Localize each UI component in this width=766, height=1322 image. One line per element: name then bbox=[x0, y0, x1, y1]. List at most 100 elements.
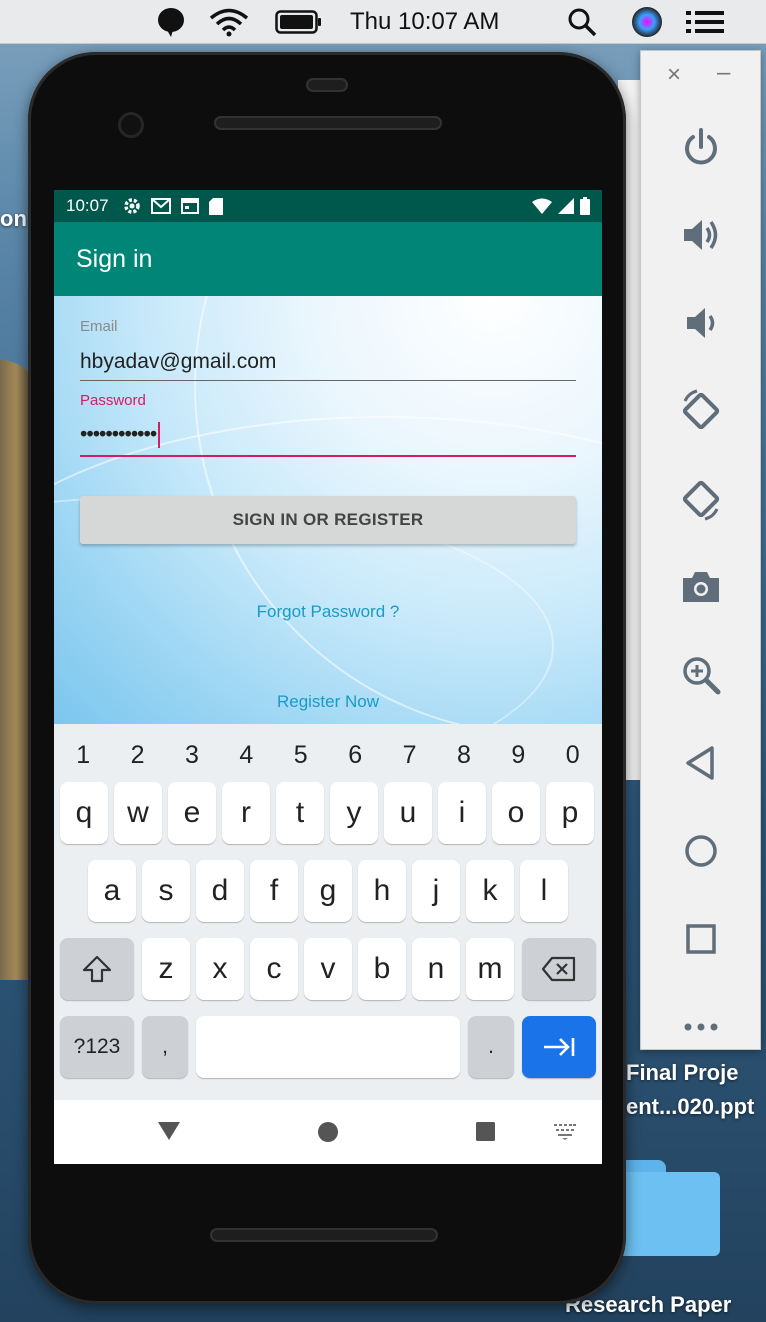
key-z[interactable]: z bbox=[142, 938, 190, 1000]
email-underline bbox=[80, 380, 576, 381]
key-4[interactable]: 4 bbox=[221, 732, 271, 778]
key-b[interactable]: b bbox=[358, 938, 406, 1000]
desktop-icon-label-fragment: on bbox=[0, 206, 27, 231]
comma-key[interactable]: , bbox=[142, 1016, 188, 1078]
key-d[interactable]: d bbox=[196, 860, 244, 922]
key-a[interactable]: a bbox=[88, 860, 136, 922]
back-icon bbox=[686, 746, 714, 780]
key-8[interactable]: 8 bbox=[439, 732, 489, 778]
keyboard-switch-icon[interactable] bbox=[554, 1124, 576, 1140]
power-button[interactable] bbox=[671, 117, 731, 177]
key-i[interactable]: i bbox=[438, 782, 486, 844]
app-bar: Sign in bbox=[54, 222, 602, 296]
overview-button[interactable] bbox=[671, 909, 731, 969]
key-r[interactable]: r bbox=[222, 782, 270, 844]
key-g[interactable]: g bbox=[304, 860, 352, 922]
rotate-right-button[interactable] bbox=[671, 469, 731, 529]
desktop-file-label-line1[interactable]: Final Proje bbox=[626, 1060, 738, 1086]
key-k[interactable]: k bbox=[466, 860, 514, 922]
battery-icon bbox=[580, 197, 590, 215]
back-triangle-icon[interactable] bbox=[158, 1122, 180, 1140]
key-6[interactable]: 6 bbox=[330, 732, 380, 778]
back-button[interactable] bbox=[671, 733, 731, 793]
sd-card-icon bbox=[208, 197, 223, 215]
register-now-link[interactable]: Register Now bbox=[54, 692, 602, 712]
rotate-right-icon bbox=[682, 480, 720, 521]
key-0[interactable]: 0 bbox=[548, 732, 598, 778]
key-v[interactable]: v bbox=[304, 938, 352, 1000]
period-key[interactable]: . bbox=[468, 1016, 514, 1078]
space-bar[interactable] bbox=[196, 1016, 460, 1078]
more-button[interactable] bbox=[671, 997, 731, 1057]
password-underline bbox=[80, 455, 576, 457]
close-icon[interactable]: × bbox=[667, 61, 681, 89]
rotate-left-icon bbox=[682, 389, 720, 430]
forgot-password-link[interactable]: Forgot Password ? bbox=[54, 602, 602, 622]
key-m[interactable]: m bbox=[466, 938, 514, 1000]
gmail-icon bbox=[150, 198, 171, 214]
key-j[interactable]: j bbox=[412, 860, 460, 922]
minimize-icon[interactable]: – bbox=[717, 59, 730, 87]
key-f[interactable]: f bbox=[250, 860, 298, 922]
control-center-icon[interactable] bbox=[684, 0, 726, 44]
shift-icon bbox=[82, 955, 112, 983]
password-field[interactable]: •••••••••••• bbox=[80, 422, 576, 448]
zoom-button[interactable] bbox=[671, 645, 731, 705]
key-t[interactable]: t bbox=[276, 782, 324, 844]
menu-bar-clock[interactable]: Thu 10:07 AM bbox=[350, 0, 499, 44]
search-icon[interactable] bbox=[566, 0, 598, 44]
symbols-key[interactable]: ?123 bbox=[60, 1016, 134, 1078]
wifi-icon bbox=[532, 198, 552, 214]
volume-up-button[interactable] bbox=[671, 205, 731, 265]
status-time: 10:07 bbox=[66, 196, 109, 215]
chat-bubble-icon[interactable] bbox=[156, 0, 186, 44]
android-nav-bar bbox=[54, 1100, 602, 1164]
key-3[interactable]: 3 bbox=[167, 732, 217, 778]
key-y[interactable]: y bbox=[330, 782, 378, 844]
wifi-icon[interactable] bbox=[206, 0, 252, 44]
key-q[interactable]: q bbox=[60, 782, 108, 844]
key-s[interactable]: s bbox=[142, 860, 190, 922]
key-h[interactable]: h bbox=[358, 860, 406, 922]
battery-icon[interactable] bbox=[274, 0, 324, 44]
home-button[interactable] bbox=[671, 821, 731, 881]
key-p[interactable]: p bbox=[546, 782, 594, 844]
siri-icon[interactable] bbox=[630, 0, 664, 44]
zoom-icon bbox=[683, 657, 721, 695]
phone-screen: 10:07 Sign in Email hbyadav@gmail.com Pa… bbox=[54, 190, 602, 1164]
soft-keyboard: 1 2 3 4 5 6 7 8 9 0 q w e r t y u i o p … bbox=[54, 724, 602, 1100]
backspace-key[interactable] bbox=[522, 938, 596, 1000]
overview-icon bbox=[686, 924, 716, 954]
home-circle-icon[interactable] bbox=[318, 1122, 338, 1142]
more-icon bbox=[684, 1023, 718, 1031]
email-field[interactable]: hbyadav@gmail.com bbox=[80, 350, 576, 374]
emulator-control-panel: × – bbox=[640, 50, 761, 1050]
volume-down-button[interactable] bbox=[671, 293, 731, 353]
rotate-left-button[interactable] bbox=[671, 381, 731, 441]
key-2[interactable]: 2 bbox=[113, 732, 163, 778]
password-value: •••••••••••• bbox=[80, 422, 157, 446]
email-label: Email bbox=[80, 318, 118, 335]
volume-down-icon bbox=[687, 308, 715, 338]
key-o[interactable]: o bbox=[492, 782, 540, 844]
key-l[interactable]: l bbox=[520, 860, 568, 922]
screenshot-button[interactable] bbox=[671, 557, 731, 617]
camera-icon bbox=[683, 572, 719, 602]
desktop-folder-icon[interactable] bbox=[618, 1160, 720, 1256]
key-u[interactable]: u bbox=[384, 782, 432, 844]
key-5[interactable]: 5 bbox=[276, 732, 326, 778]
key-x[interactable]: x bbox=[196, 938, 244, 1000]
next-key[interactable] bbox=[522, 1016, 596, 1078]
sign-in-button[interactable]: SIGN IN OR REGISTER bbox=[80, 496, 576, 544]
desktop-file-label-line2[interactable]: ent...020.ppt bbox=[626, 1094, 754, 1120]
key-n[interactable]: n bbox=[412, 938, 460, 1000]
key-e[interactable]: e bbox=[168, 782, 216, 844]
recents-square-icon[interactable] bbox=[476, 1122, 495, 1141]
key-c[interactable]: c bbox=[250, 938, 298, 1000]
key-7[interactable]: 7 bbox=[385, 732, 435, 778]
key-9[interactable]: 9 bbox=[493, 732, 543, 778]
signal-icon bbox=[558, 198, 574, 214]
shift-key[interactable] bbox=[60, 938, 134, 1000]
key-w[interactable]: w bbox=[114, 782, 162, 844]
key-1[interactable]: 1 bbox=[58, 732, 108, 778]
